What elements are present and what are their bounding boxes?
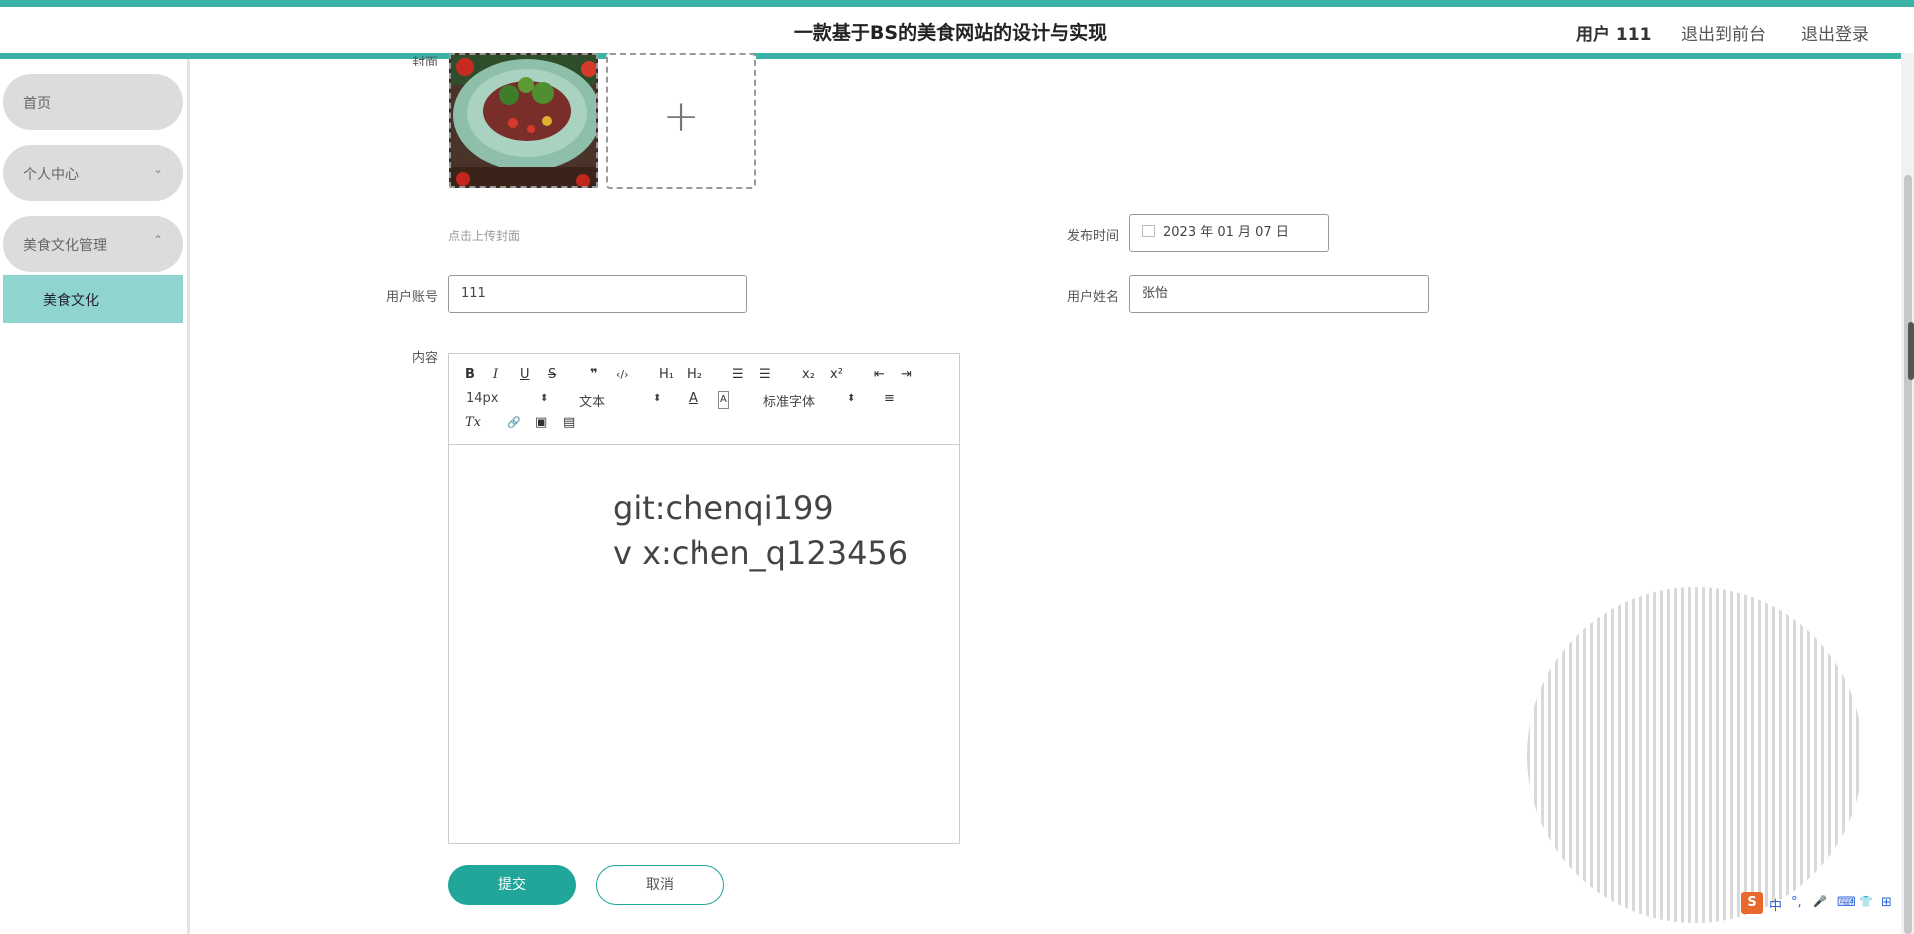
outdent-icon[interactable]: ⇤ bbox=[874, 367, 885, 383]
code-block-icon[interactable]: ‹/› bbox=[616, 367, 629, 383]
image-icon[interactable]: ▣ bbox=[535, 415, 547, 431]
cover-upload-hint: 点击上传封面 bbox=[448, 229, 521, 243]
calendar-icon bbox=[1142, 225, 1155, 237]
sogou-logo-icon[interactable]: S bbox=[1741, 892, 1763, 914]
microphone-icon[interactable]: 🎤 bbox=[1813, 895, 1827, 908]
sidebar-item-personal-center[interactable]: 个人中心 ⌄ bbox=[3, 145, 183, 201]
sidebar-item-label: 首页 bbox=[23, 96, 51, 112]
content-line: git:chenqi199 bbox=[613, 489, 834, 527]
top-header: 一款基于BS的美食网站的设计与实现 用户 111 退出到前台 退出登录 bbox=[0, 7, 1901, 59]
sidebar-subitem-food-culture[interactable]: 美食文化 bbox=[3, 275, 183, 323]
header-format-select[interactable]: 文本 ⬍ bbox=[579, 391, 663, 410]
chevron-up-icon: ⌃ bbox=[152, 233, 163, 247]
keyboard-icon[interactable]: ⌨ bbox=[1837, 895, 1856, 910]
editor-content-area[interactable]: git:chenqi199 v x:chen_q123456 bbox=[613, 486, 908, 576]
bullet-list-icon[interactable]: ☰ bbox=[759, 367, 771, 383]
cancel-button[interactable]: 取消 bbox=[596, 865, 724, 905]
align-icon[interactable]: ≡ bbox=[884, 391, 895, 407]
ime-punctuation-icon[interactable]: °, bbox=[1791, 895, 1802, 910]
scroll-position-marker bbox=[1908, 322, 1914, 380]
font-family-value: 标准字体 bbox=[763, 395, 816, 410]
decorative-striped-circle bbox=[1527, 587, 1863, 923]
video-icon[interactable]: ▤ bbox=[563, 415, 575, 431]
publish-time-label: 发布时间 bbox=[1066, 229, 1119, 244]
header-format-value: 文本 bbox=[579, 395, 606, 410]
content-line: v x:chen_q123456 bbox=[613, 534, 909, 572]
user-name-label: 用户姓名 bbox=[1066, 290, 1119, 305]
sidebar: 首页 个人中心 ⌄ 美食文化管理 ⌃ 美食文化 bbox=[0, 59, 190, 934]
user-account-input[interactable]: 111 bbox=[448, 275, 747, 313]
cover-label: 封面 bbox=[411, 56, 438, 66]
ime-language-toggle[interactable]: 中 bbox=[1769, 895, 1782, 914]
plus-icon: + bbox=[662, 91, 700, 142]
page-scrollbar-thumb[interactable] bbox=[1904, 175, 1912, 934]
food-photo-image bbox=[451, 55, 596, 186]
blockquote-icon[interactable]: ❞ bbox=[590, 367, 598, 383]
header-accent-strip bbox=[0, 0, 1914, 7]
sidebar-item-label: 个人中心 bbox=[23, 167, 79, 183]
background-color-icon[interactable]: A bbox=[718, 391, 729, 409]
sidebar-item-food-culture-management[interactable]: 美食文化管理 ⌃ bbox=[3, 216, 183, 272]
user-name-input[interactable]: 张怡 bbox=[1129, 275, 1429, 313]
sidebar-item-label: 美食文化管理 bbox=[23, 238, 107, 254]
font-size-value: 14px bbox=[466, 391, 499, 406]
rich-text-editor: B I U S ❞ ‹/› H₁ H₂ ☰ ☰ x₂ x² ⇤ ⇥ 14px ⬍… bbox=[448, 353, 960, 844]
indent-icon[interactable]: ⇥ bbox=[901, 367, 912, 383]
chevron-down-icon: ⌄ bbox=[152, 162, 163, 176]
content-label: 内容 bbox=[411, 351, 438, 366]
subscript-button[interactable]: x₂ bbox=[802, 367, 815, 383]
font-size-select[interactable]: 14px ⬍ bbox=[466, 391, 550, 406]
publish-time-value: 2023 年 01 月 07 日 bbox=[1163, 225, 1289, 240]
heading-2-button[interactable]: H₂ bbox=[687, 367, 702, 383]
text-cursor-icon: I bbox=[697, 537, 702, 556]
heading-1-button[interactable]: H₁ bbox=[659, 367, 674, 383]
link-icon[interactable]: 🔗 bbox=[507, 415, 521, 431]
italic-button[interactable]: I bbox=[493, 367, 498, 383]
strikethrough-button[interactable]: S bbox=[548, 367, 556, 383]
superscript-button[interactable]: x² bbox=[830, 367, 843, 383]
skin-icon[interactable]: 👕 bbox=[1859, 895, 1873, 908]
clear-format-icon[interactable]: Tx bbox=[465, 415, 481, 431]
select-arrow-icon: ⬍ bbox=[540, 393, 549, 404]
user-account-label: 用户账号 bbox=[385, 290, 438, 305]
sidebar-subitem-label: 美食文化 bbox=[43, 293, 99, 309]
cover-upload-button[interactable]: + bbox=[606, 53, 756, 189]
logout-link[interactable]: 退出登录 bbox=[1801, 20, 1869, 45]
underline-button[interactable]: U bbox=[520, 367, 530, 383]
font-family-select[interactable]: 标准字体 ⬍ bbox=[763, 391, 857, 410]
select-arrow-icon: ⬍ bbox=[653, 393, 662, 404]
publish-time-picker[interactable]: 2023 年 01 月 07 日 bbox=[1129, 214, 1329, 252]
bold-button[interactable]: B bbox=[465, 367, 475, 383]
submit-button[interactable]: 提交 bbox=[448, 865, 576, 905]
ordered-list-icon[interactable]: ☰ bbox=[732, 367, 744, 383]
editor-toolbar: B I U S ❞ ‹/› H₁ H₂ ☰ ☰ x₂ x² ⇤ ⇥ 14px ⬍… bbox=[449, 354, 959, 445]
text-color-icon[interactable]: A bbox=[689, 391, 698, 407]
cover-image[interactable] bbox=[449, 53, 598, 188]
select-arrow-icon: ⬍ bbox=[847, 393, 856, 404]
sidebar-item-home[interactable]: 首页 bbox=[3, 74, 183, 130]
current-user-label: 用户 111 bbox=[1576, 25, 1652, 45]
ime-toolbar: S 中 °, 🎤 ⌨ 👕 ⊞ bbox=[1741, 892, 1914, 916]
grid-menu-icon[interactable]: ⊞ bbox=[1881, 895, 1892, 910]
exit-to-front-link[interactable]: 退出到前台 bbox=[1681, 20, 1766, 45]
